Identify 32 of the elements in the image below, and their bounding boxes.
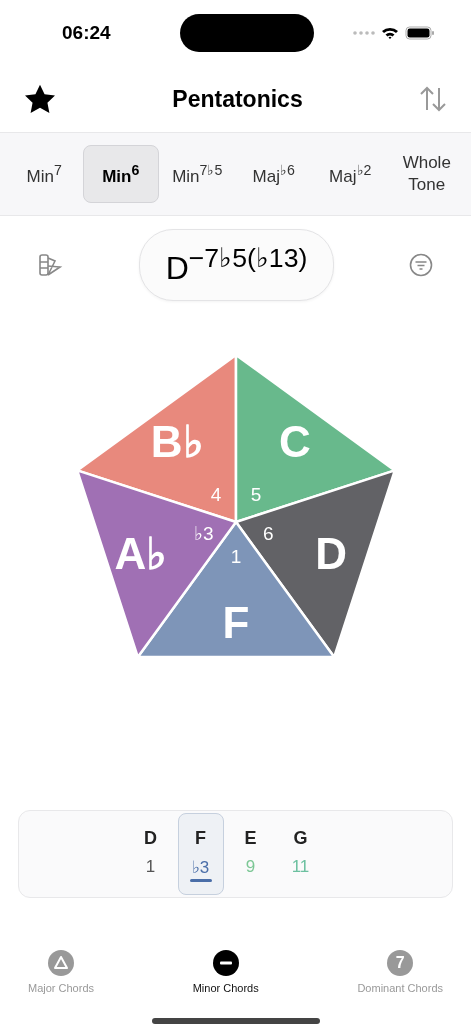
scale-tab[interactable]: Maj$^{♭6}$ xyxy=(235,145,312,203)
slice-degree: 5 xyxy=(250,484,261,506)
slice-degree: 4 xyxy=(210,484,221,506)
sort-icon[interactable] xyxy=(419,86,447,112)
slice-note: D xyxy=(314,528,347,578)
palette-icon[interactable] xyxy=(38,252,64,278)
slice-note: C xyxy=(278,417,311,467)
filter-icon[interactable] xyxy=(409,253,433,277)
minus-icon xyxy=(212,950,239,976)
slice-note: A♭ xyxy=(114,528,167,578)
wifi-icon xyxy=(381,26,399,40)
slice-degree: 6 xyxy=(262,522,274,544)
scale-tab[interactable]: Whole Tone xyxy=(388,145,465,203)
status-time: 06:24 xyxy=(62,22,111,44)
scale-tab[interactable]: Min$^{6}$ xyxy=(82,145,159,203)
scale-tab[interactable]: Maj$^{♭2}$ xyxy=(312,145,389,203)
slice-note: F xyxy=(222,598,249,647)
note-cell[interactable]: F ♭3 xyxy=(177,813,224,895)
scale-tab[interactable]: Min$^{7}$ xyxy=(6,145,83,203)
tab-bar-item[interactable]: Minor Chords xyxy=(192,950,259,994)
note-cell[interactable]: G 11 xyxy=(277,813,324,895)
note-cell[interactable]: D 1 xyxy=(127,813,174,895)
slice-degree: 1 xyxy=(230,546,241,567)
slice-degree: ♭3 xyxy=(193,522,213,544)
battery-icon xyxy=(405,26,435,40)
slice-note: B♭ xyxy=(150,417,204,467)
signal-icon xyxy=(353,31,375,35)
scale-tab[interactable]: Min$^{7♭5}$ xyxy=(159,145,236,203)
nav-title: Pentatonics xyxy=(172,85,303,113)
note-cell[interactable]: E 9 xyxy=(227,813,274,895)
chord-symbol: D$^{−7♭5(♭13)}$ xyxy=(138,228,335,302)
star-icon[interactable] xyxy=(24,84,56,114)
